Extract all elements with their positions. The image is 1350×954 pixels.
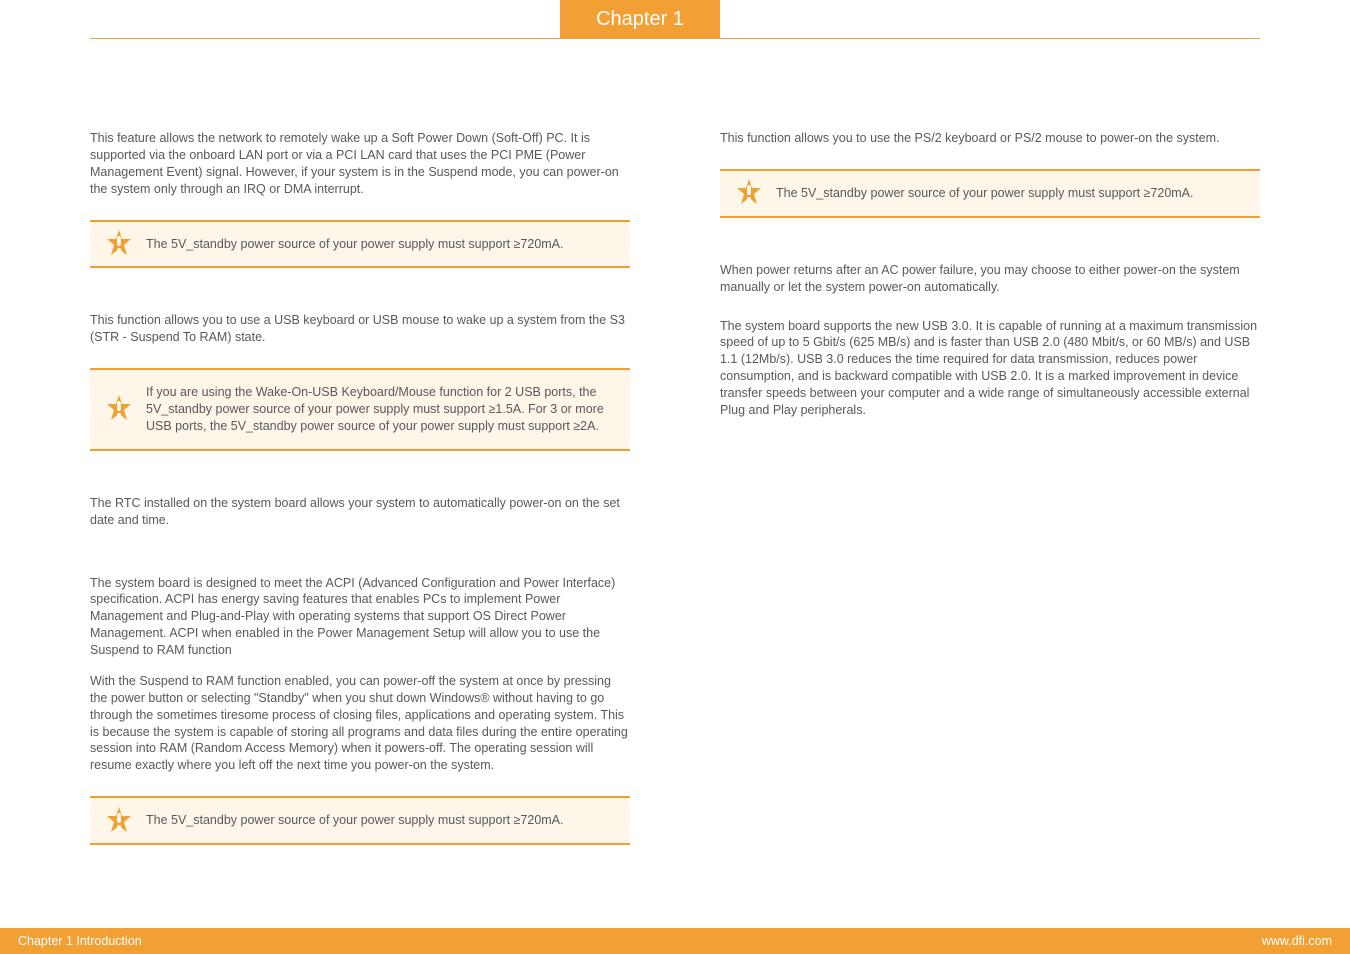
right-column: This function allows you to use the PS/2… (720, 130, 1260, 889)
body-text: This feature allows the network to remot… (90, 130, 630, 198)
important-note: If you are using the Wake-On-USB Keyboar… (90, 368, 630, 451)
important-note: The 5V_standby power source of your powe… (720, 169, 1260, 218)
note-text: If you are using the Wake-On-USB Keyboar… (146, 384, 614, 435)
chapter-rule (90, 38, 1260, 39)
body-text: With the Suspend to RAM function enabled… (90, 673, 630, 774)
left-column: This feature allows the network to remot… (90, 130, 630, 889)
note-text: The 5V_standby power source of your powe… (146, 236, 564, 253)
note-text: The 5V_standby power source of your powe… (146, 812, 564, 829)
body-text: When power returns after an AC power fai… (720, 262, 1260, 296)
footer-right: www.dfi.com (1262, 934, 1332, 948)
spacer (90, 551, 630, 575)
page: Chapter 1 This feature allows the networ… (0, 0, 1350, 954)
important-icon (104, 394, 134, 424)
important-note: The 5V_standby power source of your powe… (90, 220, 630, 269)
important-note: The 5V_standby power source of your powe… (90, 796, 630, 845)
body-text: This function allows you to use a USB ke… (90, 312, 630, 346)
body-text: The RTC installed on the system board al… (90, 495, 630, 529)
important-icon (734, 178, 764, 208)
page-footer: Chapter 1 Introduction www.dfi.com (0, 928, 1350, 954)
body-text: The system board is designed to meet the… (90, 575, 630, 659)
content-columns: This feature allows the network to remot… (90, 130, 1260, 889)
important-icon (104, 229, 134, 259)
chapter-tab-label: Chapter 1 (596, 8, 684, 31)
body-text: This function allows you to use the PS/2… (720, 130, 1260, 147)
note-text: The 5V_standby power source of your powe… (776, 185, 1194, 202)
footer-left: Chapter 1 Introduction (18, 934, 142, 948)
important-icon (104, 806, 134, 836)
body-text: The system board supports the new USB 3.… (720, 318, 1260, 419)
chapter-tab: Chapter 1 (560, 0, 720, 38)
